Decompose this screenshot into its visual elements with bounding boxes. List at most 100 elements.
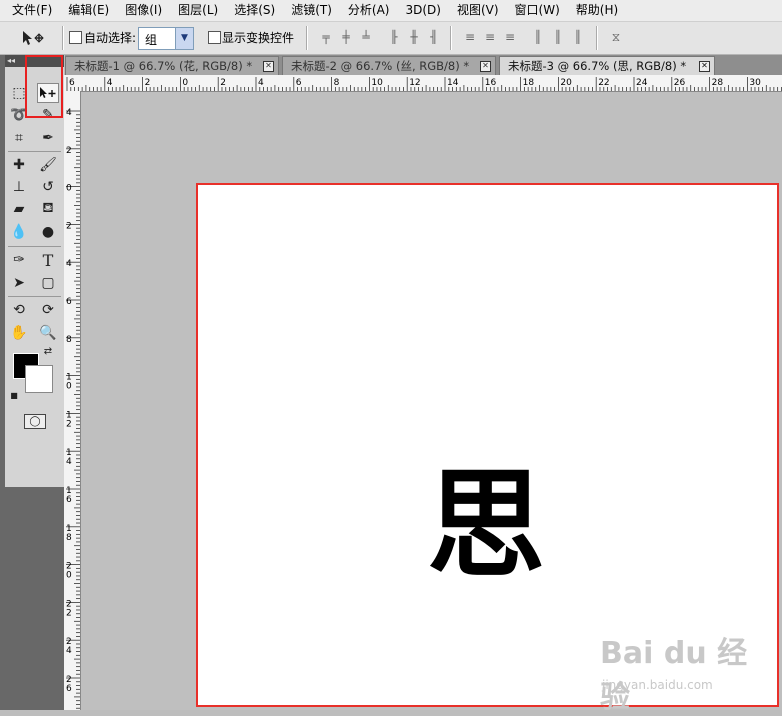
align-right-icon[interactable]: ╢ (426, 30, 442, 45)
tab-document-3[interactable]: 未标题-3 @ 66.7% (思, RGB/8) * ✕ (499, 56, 715, 76)
type-tool-icon[interactable]: T (37, 250, 59, 270)
auto-select-checkbox[interactable] (69, 31, 82, 44)
ruler-label: 0 (66, 382, 72, 392)
vertical-ruler[interactable]: 4202468101214161820222426 (64, 91, 81, 710)
ruler-label: 4 (66, 646, 72, 656)
ruler-label: 28 (712, 78, 724, 88)
auto-align-layers-icon[interactable]: ⧖ (608, 30, 624, 45)
show-transform-checkbox[interactable] (208, 31, 221, 44)
ruler-label: 0 (66, 184, 72, 194)
blur-tool-icon[interactable]: 💧 (8, 222, 30, 242)
menu-bar: 文件(F) 编辑(E) 图像(I) 图层(L) 选择(S) 滤镜(T) 分析(A… (0, 0, 782, 22)
distribute-right-icon[interactable]: ║ (570, 30, 586, 45)
ruler-label: 4 (66, 259, 72, 269)
align-vcenter-icon[interactable]: ╪ (338, 30, 354, 45)
options-divider (306, 26, 308, 50)
menu-image[interactable]: 图像(I) (117, 0, 170, 21)
options-divider (450, 26, 452, 50)
ruler-label: 0 (66, 571, 72, 581)
distribute-top-icon[interactable]: ≡ (462, 30, 478, 45)
close-icon[interactable]: ✕ (480, 61, 491, 72)
menu-view[interactable]: 视图(V) (449, 0, 507, 21)
crop-tool-icon[interactable]: ⌗ (8, 128, 30, 148)
brush-tool-icon[interactable]: 🖌 (37, 155, 59, 175)
menu-3d[interactable]: 3D(D) (397, 0, 448, 21)
shape-tool-icon[interactable]: ▢ (37, 273, 59, 293)
swap-colors-icon[interactable]: ⇄ (41, 344, 55, 358)
align-bottom-icon[interactable]: ╧ (358, 30, 374, 45)
menu-window[interactable]: 窗口(W) (507, 0, 568, 21)
ruler-label: 22 (598, 78, 609, 88)
tab-document-1[interactable]: 未标题-1 @ 66.7% (花, RGB/8) * ✕ (65, 56, 279, 76)
tools-panel: ◂◂ ⬚ ➰ ✎ ⌗ ✒ ✚ 🖌 ⊥ ↺ ▰ ⛾ 💧 ● ✑ T ➤ ▢ ⟲ ⟳… (0, 55, 64, 710)
auto-select-value: 组 (145, 33, 158, 47)
options-divider (62, 26, 64, 50)
show-transform-label: 显示变换控件 (222, 31, 295, 45)
tools-panel-body: ⬚ ➰ ✎ ⌗ ✒ ✚ 🖌 ⊥ ↺ ▰ ⛾ 💧 ● ✑ T ➤ ▢ ⟲ ⟳ ✋ … (5, 67, 64, 487)
ruler-label: 20 (560, 78, 572, 88)
align-left-icon[interactable]: ╟ (386, 30, 402, 45)
menu-analysis[interactable]: 分析(A) (340, 0, 398, 21)
tab-label: 未标题-1 @ 66.7% (花, RGB/8) * (74, 59, 253, 73)
menu-select[interactable]: 选择(S) (226, 0, 283, 21)
tools-divider (8, 151, 61, 152)
ruler-label: 4 (258, 78, 264, 88)
dodge-tool-icon[interactable]: ● (37, 222, 59, 242)
ruler-label: 8 (66, 335, 72, 345)
tools-divider (8, 296, 61, 297)
menu-file[interactable]: 文件(F) (0, 0, 60, 21)
menu-help[interactable]: 帮助(H) (568, 0, 626, 21)
zoom-tool-icon[interactable]: 🔍 (37, 323, 59, 343)
path-select-tool-icon[interactable]: ➤ (8, 273, 30, 293)
paint-bucket-tool-icon[interactable]: ⛾ (37, 199, 59, 219)
close-icon[interactable]: ✕ (263, 61, 274, 72)
eyedropper-tool-icon[interactable]: ✒ (37, 128, 59, 148)
3d-orbit-tool-icon[interactable]: ⟳ (37, 300, 59, 320)
watermark-logo: Bai du 经验 (600, 636, 748, 715)
menu-edit[interactable]: 编辑(E) (60, 0, 117, 21)
default-colors-icon[interactable]: ■ (8, 389, 20, 401)
ruler-label: 6 (66, 495, 72, 505)
ruler-label: 6 (66, 297, 72, 307)
move-tool-icon[interactable] (8, 26, 60, 50)
ruler-label: 2 (220, 78, 226, 88)
highlight-box-move-tool (25, 55, 63, 118)
pen-tool-icon[interactable]: ✑ (8, 250, 30, 270)
healing-brush-tool-icon[interactable]: ✚ (8, 155, 30, 175)
ruler-label: 2 (66, 608, 72, 618)
eraser-tool-icon[interactable]: ▰ (8, 199, 30, 219)
auto-select-dropdown[interactable]: 组 ▼ (138, 27, 194, 50)
ruler-label: 2 (66, 221, 72, 231)
history-brush-tool-icon[interactable]: ↺ (37, 177, 59, 197)
horizontal-ruler[interactable]: 6 4 2 0 2 4 6 8 10 12 14 16 18 20 22 24 26 28 30 (65, 75, 782, 92)
distribute-left-icon[interactable]: ║ (530, 30, 546, 45)
ruler-label: 4 (107, 78, 113, 88)
background-color-swatch[interactable] (25, 365, 53, 393)
distribute-bottom-icon[interactable]: ≡ (502, 30, 518, 45)
ruler-label: 0 (182, 78, 188, 88)
ruler-label: 2 (66, 419, 72, 429)
ruler-label: 6 (69, 78, 75, 88)
tab-document-2[interactable]: 未标题-2 @ 66.7% (丝, RGB/8) * ✕ (282, 56, 496, 76)
distribute-hcenter-icon[interactable]: ║ (550, 30, 566, 45)
3d-rotate-tool-icon[interactable]: ⟲ (8, 300, 30, 320)
chevron-down-icon[interactable]: ▼ (175, 28, 193, 49)
auto-select-label: 自动选择: (84, 31, 137, 45)
options-bar: 自动选择: 组 ▼ 显示变换控件 ╤ ╪ ╧ ╟ ╫ ╢ ≡ ≡ ≡ ║ ║ ║… (0, 22, 782, 55)
menu-layer[interactable]: 图层(L) (170, 0, 226, 21)
ruler-label: 30 (749, 78, 761, 88)
ruler-label: 8 (66, 533, 72, 543)
align-top-icon[interactable]: ╤ (318, 30, 334, 45)
clone-stamp-tool-icon[interactable]: ⊥ (8, 177, 30, 197)
ruler-label: 24 (636, 78, 648, 88)
ruler-label: 18 (523, 78, 535, 88)
ruler-label: 16 (485, 78, 497, 88)
ruler-label: 4 (66, 108, 72, 118)
menu-filter[interactable]: 滤镜(T) (283, 0, 340, 21)
quick-mask-icon[interactable]: ◯ (24, 414, 46, 429)
distribute-vcenter-icon[interactable]: ≡ (482, 30, 498, 45)
ruler-label: 10 (371, 78, 383, 88)
close-icon[interactable]: ✕ (699, 61, 710, 72)
hand-tool-icon[interactable]: ✋ (8, 323, 30, 343)
align-hcenter-icon[interactable]: ╫ (406, 30, 422, 45)
